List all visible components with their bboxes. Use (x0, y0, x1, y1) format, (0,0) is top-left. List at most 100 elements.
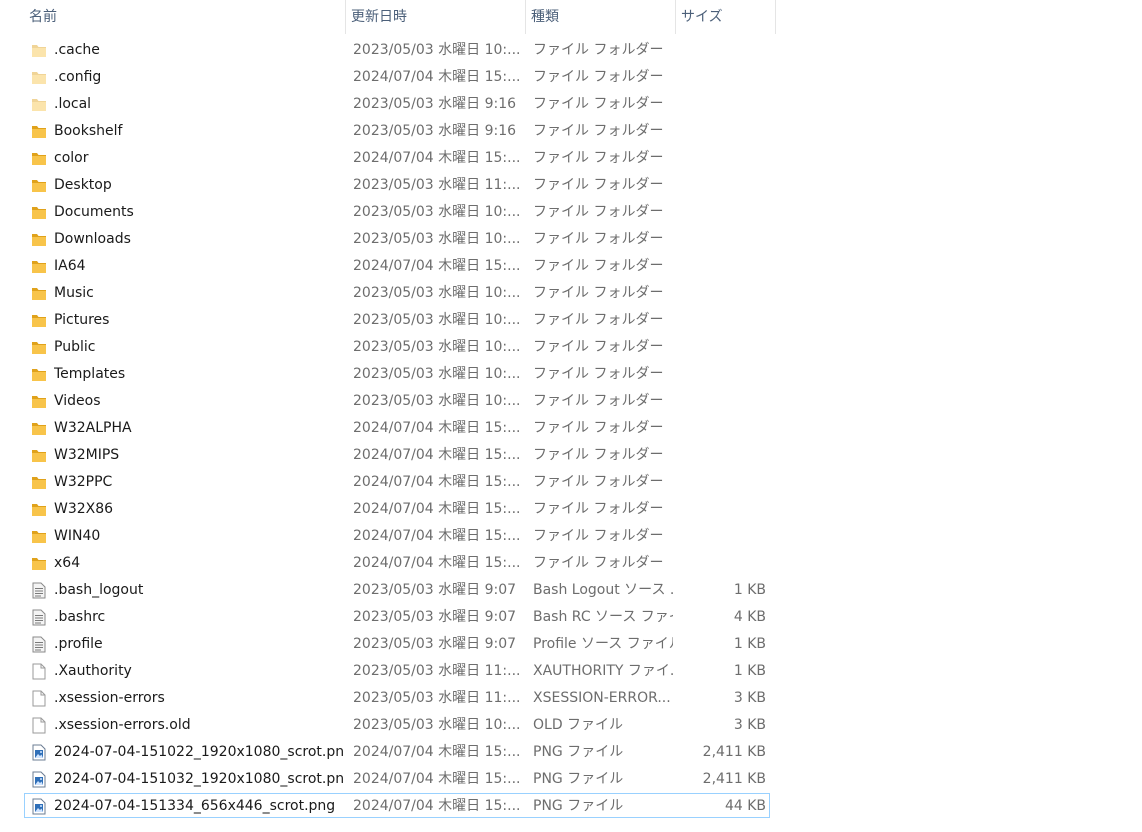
column-header-type[interactable]: 種類 (526, 0, 676, 34)
folder-icon-faded (31, 42, 47, 59)
folder-icon (31, 366, 47, 383)
file-row[interactable]: 2024-07-04-151032_1920x1080_scrot.png 202… (0, 766, 1142, 793)
file-row[interactable]: W32X86 2024/07/04 木曜日 15:... ファイル フォルダー (0, 496, 1142, 523)
file-row[interactable]: .bashrc 2023/05/03 水曜日 9:07 Bash RC ソース ファ… (0, 604, 1142, 631)
file-name: x64 (54, 555, 81, 571)
file-modified-date: 2023/05/03 水曜日 9:16 (353, 123, 517, 139)
file-type: ファイル フォルダー (533, 528, 664, 544)
file-name: WIN40 (54, 528, 101, 544)
file-row[interactable]: Music 2023/05/03 水曜日 10:... ファイル フォルダー (0, 280, 1142, 307)
file-modified-date: 2023/05/03 水曜日 9:07 (353, 636, 517, 652)
file-size (680, 523, 766, 550)
file-name: Pictures (54, 312, 110, 328)
folder-icon (31, 231, 47, 248)
folder-icon (31, 312, 47, 329)
file-name: W32ALPHA (54, 420, 132, 436)
file-name: 2024-07-04-151032_1920x1080_scrot.png (54, 771, 344, 787)
file-size (680, 253, 766, 280)
folder-icon (31, 123, 47, 140)
file-size: 2,411 KB (702, 771, 766, 787)
file-name: Templates (54, 366, 126, 382)
file-row[interactable]: IA64 2024/07/04 木曜日 15:... ファイル フォルダー (0, 253, 1142, 280)
folder-icon (31, 474, 47, 491)
image-file-icon (31, 771, 47, 788)
file-row[interactable]: W32ALPHA 2024/07/04 木曜日 15:... ファイル フォルダー (0, 415, 1142, 442)
file-row[interactable]: Downloads 2023/05/03 水曜日 10:... ファイル フォルダー (0, 226, 1142, 253)
file-row[interactable]: Templates 2023/05/03 水曜日 10:... ファイル フォルダー (0, 361, 1142, 388)
file-row[interactable]: Videos 2023/05/03 水曜日 10:... ファイル フォルダー (0, 388, 1142, 415)
file-row[interactable]: x64 2024/07/04 木曜日 15:... ファイル フォルダー (0, 550, 1142, 577)
column-header-size[interactable]: サイズ (676, 0, 776, 34)
file-row[interactable]: Documents 2023/05/03 水曜日 10:... ファイル フォルダー (0, 199, 1142, 226)
file-row[interactable]: .config 2024/07/04 木曜日 15:... ファイル フォルダー (0, 64, 1142, 91)
folder-icon (31, 204, 47, 221)
file-modified-date: 2023/05/03 水曜日 10:... (353, 366, 521, 382)
file-type: ファイル フォルダー (533, 501, 664, 517)
folder-icon (31, 447, 47, 464)
file-modified-date: 2023/05/03 水曜日 11:... (353, 690, 521, 706)
file-size: 3 KB (733, 690, 766, 706)
column-header-name[interactable]: 名前 (24, 0, 346, 34)
folder-icon (31, 555, 47, 572)
file-name: .cache (54, 42, 100, 58)
file-name: 2024-07-04-151334_656x446_scrot.png (54, 798, 336, 814)
file-name: W32X86 (54, 501, 114, 517)
file-row[interactable]: W32PPC 2024/07/04 木曜日 15:... ファイル フォルダー (0, 469, 1142, 496)
file-name: Public (54, 339, 96, 355)
file-row[interactable]: color 2024/07/04 木曜日 15:... ファイル フォルダー (0, 145, 1142, 172)
file-modified-date: 2024/07/04 木曜日 15:... (353, 150, 521, 166)
file-name: .profile (54, 636, 103, 652)
folder-icon (31, 258, 47, 275)
file-type: ファイル フォルダー (533, 420, 664, 436)
file-modified-date: 2023/05/03 水曜日 10:... (353, 42, 521, 58)
file-type: ファイル フォルダー (533, 123, 664, 139)
file-modified-date: 2023/05/03 水曜日 10:... (353, 312, 521, 328)
file-row[interactable]: .xsession-errors.old 2023/05/03 水曜日 10:..… (0, 712, 1142, 739)
file-name: IA64 (54, 258, 86, 274)
file-type: Profile ソース ファイル (533, 636, 673, 652)
file-row[interactable]: .profile 2023/05/03 水曜日 9:07 Profile ソース フ… (0, 631, 1142, 658)
file-size (680, 550, 766, 577)
file-modified-date: 2023/05/03 水曜日 10:... (353, 339, 521, 355)
file-row[interactable]: 2024-07-04-151334_656x446_scrot.png 2024/… (0, 793, 1142, 820)
file-row[interactable]: 2024-07-04-151022_1920x1080_scrot.png 202… (0, 739, 1142, 766)
file-row[interactable]: WIN40 2024/07/04 木曜日 15:... ファイル フォルダー (0, 523, 1142, 550)
folder-icon (31, 420, 47, 437)
file-row[interactable]: .local 2023/05/03 水曜日 9:16 ファイル フォルダー (0, 91, 1142, 118)
file-size (680, 172, 766, 199)
file-type: PNG ファイル (533, 771, 624, 787)
file-row[interactable]: W32MIPS 2024/07/04 木曜日 15:... ファイル フォルダー (0, 442, 1142, 469)
file-row[interactable]: Pictures 2023/05/03 水曜日 10:... ファイル フォルダー (0, 307, 1142, 334)
file-row[interactable]: .bash_logout 2023/05/03 水曜日 9:07 Bash Logo… (0, 577, 1142, 604)
file-modified-date: 2024/07/04 木曜日 15:... (353, 420, 521, 436)
file-row[interactable]: .xsession-errors 2023/05/03 水曜日 11:... XSE… (0, 685, 1142, 712)
file-type: XSESSION-ERROR... (533, 690, 671, 706)
file-size (680, 199, 766, 226)
file-name: color (54, 150, 89, 166)
file-row[interactable]: Desktop 2023/05/03 水曜日 11:... ファイル フォルダー (0, 172, 1142, 199)
file-type: ファイル フォルダー (533, 96, 664, 112)
file-size: 1 KB (733, 582, 766, 598)
image-file-icon (31, 744, 47, 761)
column-header-date[interactable]: 更新日時 (346, 0, 526, 34)
file-name: Music (54, 285, 94, 301)
file-modified-date: 2024/07/04 木曜日 15:... (353, 798, 521, 814)
file-type: XAUTHORITY ファイ... (533, 663, 673, 679)
file-modified-date: 2024/07/04 木曜日 15:... (353, 69, 521, 85)
file-row[interactable]: Bookshelf 2023/05/03 水曜日 9:16 ファイル フォルダー (0, 118, 1142, 145)
file-row[interactable]: .Xauthority 2023/05/03 水曜日 11:... XAUTHORI… (0, 658, 1142, 685)
file-modified-date: 2023/05/03 水曜日 9:07 (353, 609, 517, 625)
file-size (680, 361, 766, 388)
file-name: .xsession-errors.old (54, 717, 191, 733)
file-size (680, 442, 766, 469)
file-modified-date: 2024/07/04 木曜日 15:... (353, 771, 521, 787)
file-type: PNG ファイル (533, 744, 624, 760)
folder-icon (31, 528, 47, 545)
file-modified-date: 2024/07/04 木曜日 15:... (353, 474, 521, 490)
file-type: ファイル フォルダー (533, 231, 664, 247)
file-row[interactable]: .cache 2023/05/03 水曜日 10:... ファイル フォルダー (0, 37, 1142, 64)
file-name: Desktop (54, 177, 112, 193)
file-name: Downloads (54, 231, 131, 247)
file-size (680, 307, 766, 334)
file-row[interactable]: Public 2023/05/03 水曜日 10:... ファイル フォルダー (0, 334, 1142, 361)
